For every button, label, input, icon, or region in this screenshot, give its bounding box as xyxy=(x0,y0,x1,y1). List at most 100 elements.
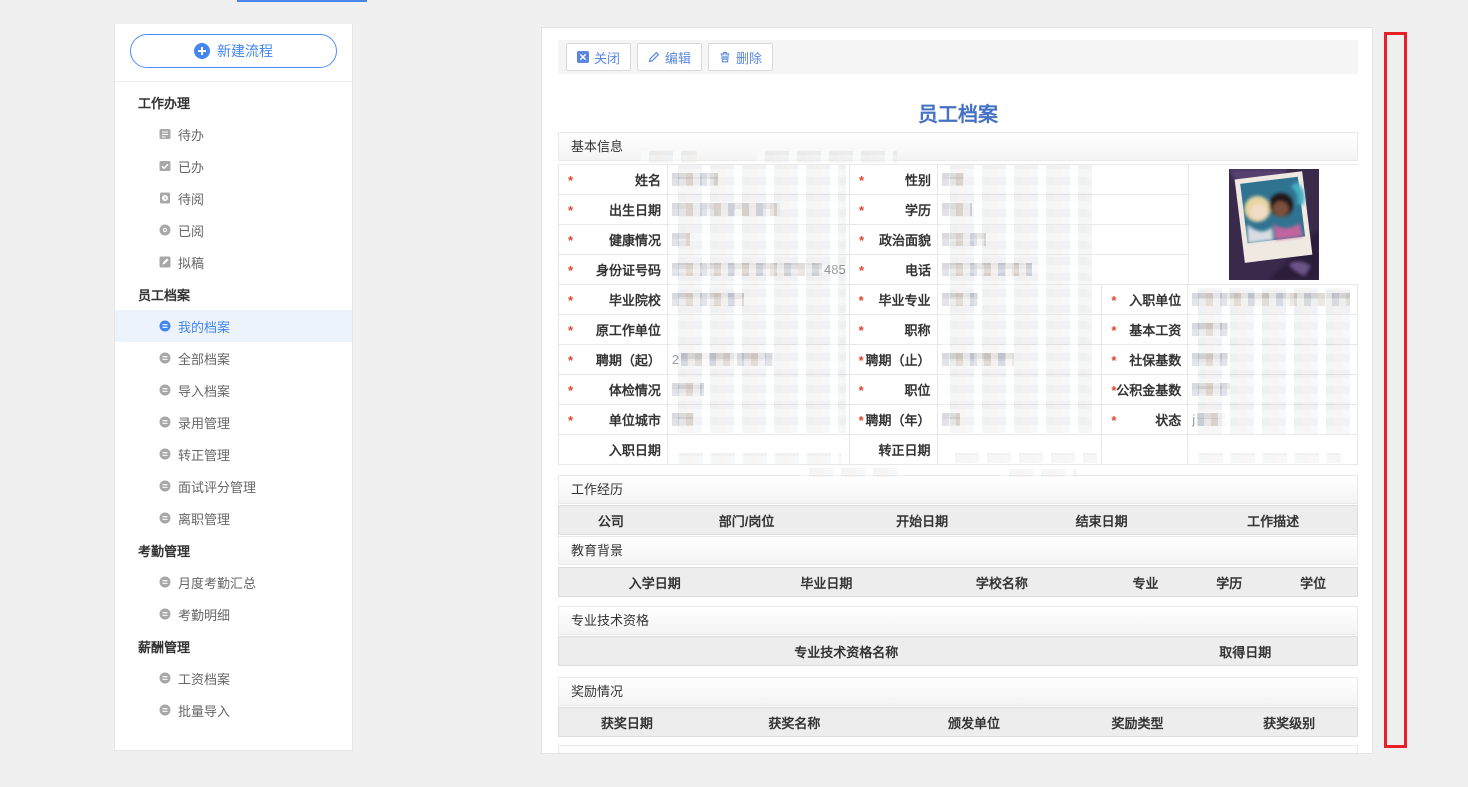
field-value xyxy=(1188,345,1359,375)
sidebar-item[interactable]: 待阅 xyxy=(115,182,352,214)
field-value xyxy=(937,315,1103,345)
field-value xyxy=(668,165,850,195)
sidebar-nav: 工作办理 待办 已办 待阅 已阅 拟稿 员工档案 我的档案 全部档案 导入档案 录用管理 转正管理 面试… xyxy=(115,82,352,726)
list-circle-icon xyxy=(158,351,172,365)
sidebar-item[interactable]: 拟稿 xyxy=(115,246,352,278)
required-asterisk: * xyxy=(1111,293,1117,308)
sidebar-item-label: 拟稿 xyxy=(178,255,205,271)
sidebar-item-label: 我的档案 xyxy=(178,319,231,335)
field-label: * 基本工资 xyxy=(1102,315,1189,345)
column-header: 专业技术资格名称 xyxy=(794,644,899,660)
field-value xyxy=(667,315,850,345)
sidebar-item[interactable]: 已阅 xyxy=(115,214,352,246)
work-table-header: 公司 部门/岗位 开始日期 结束日期 工作描述 xyxy=(558,505,1358,535)
field-label: * 健康情况 xyxy=(559,225,668,255)
field-label: * 姓名 xyxy=(559,165,668,195)
required-asterisk: * xyxy=(859,263,865,278)
required-asterisk: * xyxy=(568,413,574,428)
edit-button[interactable]: 编辑 xyxy=(637,43,703,71)
sidebar-item[interactable]: 我的档案 xyxy=(115,310,352,342)
sidebar-item[interactable]: 考勤明细 xyxy=(115,598,352,630)
sidebar-item[interactable]: 离职管理 xyxy=(115,502,352,534)
field-label: * 社保基数 xyxy=(1102,345,1189,375)
plus-circle-icon xyxy=(194,43,210,59)
field-label: * 毕业专业 xyxy=(849,285,938,315)
sidebar: 新建流程 工作办理 待办 已办 待阅 已阅 拟稿 员工档案 我的档案 全部档案 导入档案 录用管理转… xyxy=(114,24,353,751)
list-circle-icon xyxy=(158,511,172,525)
delete-button[interactable]: 删除 xyxy=(708,43,774,71)
required-asterisk: * xyxy=(1111,413,1117,428)
required-asterisk: * xyxy=(858,323,864,338)
toolbar: 关闭 编辑 删除 xyxy=(558,40,1358,74)
field-value xyxy=(667,375,850,405)
sidebar-item-label: 已阅 xyxy=(178,223,205,239)
column-header: 入学日期 xyxy=(628,575,681,591)
basic-info-table: * 姓名 * 性别 * 出生日期 * 学历 * 健康情况 * 政治面貌 * 身份证号码 485 * 电话 * 毕业院… xyxy=(558,164,1359,465)
required-asterisk: * xyxy=(1111,323,1117,338)
redacted-value xyxy=(941,293,978,306)
lower-tables: 工作经历 公司 部门/岗位 开始日期 结束日期 工作描述 教育背景 入学日期 毕业日期 学校名称专… xyxy=(558,475,1358,737)
basic-info-row: * 体检情况 * 职位 * 公积金基数 xyxy=(559,375,1359,405)
sidebar-item[interactable]: 已办 xyxy=(115,150,352,182)
award-table-header: 获奖日期 获奖名称 颁发单位 奖励类型 获奖级别 xyxy=(558,707,1358,737)
column-header: 获奖级别 xyxy=(1263,715,1316,731)
field-label: * 毕业院校 xyxy=(559,285,668,315)
sidebar-item[interactable]: 转正管理 xyxy=(115,438,352,470)
field-label: * 原工作单位 xyxy=(559,315,668,345)
redacted-value xyxy=(672,233,690,246)
field-value xyxy=(937,405,1103,435)
sidebar-item[interactable]: 月度考勤汇总 xyxy=(115,566,352,598)
new-flow-button-area: 新建流程 xyxy=(115,34,352,82)
sidebar-item[interactable]: 待办 xyxy=(115,118,352,150)
field-label: * 聘期（起） xyxy=(559,345,668,375)
redacted-value xyxy=(681,353,774,366)
required-asterisk: * xyxy=(568,353,574,368)
sidebar-item-label: 导入档案 xyxy=(178,383,231,399)
employee-archive-panel: 关闭 编辑 删除 员工档案 基本信息 * 姓名 * 性别 * 出生日期 * 学历 * 健康情况 * 政… xyxy=(541,27,1373,754)
field-value xyxy=(938,165,1189,195)
sidebar-section-label: 员工档案 xyxy=(138,287,191,303)
close-button[interactable]: 关闭 xyxy=(566,43,632,71)
value-fragment: 485 xyxy=(824,262,846,277)
required-asterisk: * xyxy=(568,383,574,398)
redacted-value xyxy=(942,233,986,246)
section-work: 工作经历 xyxy=(558,475,1358,504)
basic-info-row: * 单位城市 * 聘期（年） * 状态 j xyxy=(559,405,1359,435)
field-label: * 状态 xyxy=(1102,405,1189,435)
field-value xyxy=(667,405,850,435)
column-header: 取得日期 xyxy=(1219,644,1272,660)
sidebar-item[interactable]: 工资档案 xyxy=(115,662,352,694)
sidebar-item-label: 全部档案 xyxy=(178,351,231,367)
field-value xyxy=(937,375,1103,405)
sidebar-item[interactable]: 导入档案 xyxy=(115,374,352,406)
column-header: 学校名称 xyxy=(975,575,1028,591)
sidebar-item-label: 转正管理 xyxy=(178,447,231,463)
pencil-icon xyxy=(648,51,660,63)
browser-tab-underline xyxy=(237,0,367,2)
field-label: * 职位 xyxy=(849,375,938,405)
column-header: 学历 xyxy=(1216,575,1243,591)
required-asterisk: * xyxy=(859,173,865,188)
list-circle-icon xyxy=(158,671,172,685)
sidebar-section-label: 考勤管理 xyxy=(138,543,191,559)
sidebar-item[interactable]: 全部档案 xyxy=(115,342,352,374)
redacted-value xyxy=(941,353,1014,366)
sidebar-item[interactable]: 面试评分管理 xyxy=(115,470,352,502)
sidebar-item-label: 待阅 xyxy=(178,191,205,207)
required-asterisk: * xyxy=(568,173,574,188)
value-fragment: 2 xyxy=(671,352,680,367)
new-flow-button[interactable]: 新建流程 xyxy=(130,34,337,68)
redacted-value xyxy=(1192,323,1229,336)
trash-icon xyxy=(720,51,730,63)
read-eye-icon xyxy=(158,223,172,237)
todo-doc-icon xyxy=(158,127,172,141)
field-label: * 职称 xyxy=(849,315,938,345)
scrollbar-annotation-rectangle[interactable] xyxy=(1384,32,1407,748)
list-circle-icon xyxy=(158,447,172,461)
employee-photo xyxy=(1228,169,1319,280)
sidebar-item[interactable]: 批量导入 xyxy=(115,694,352,726)
redacted-value xyxy=(1192,353,1229,366)
delete-button-label: 删除 xyxy=(736,50,763,66)
value-fragment: j xyxy=(1192,412,1196,427)
sidebar-item[interactable]: 录用管理 xyxy=(115,406,352,438)
